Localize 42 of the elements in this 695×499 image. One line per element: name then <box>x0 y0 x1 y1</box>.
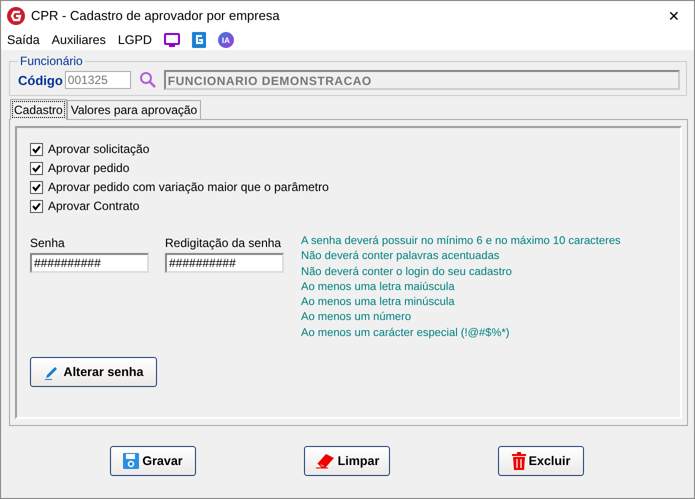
checkbox-label: Aprovar Contrato <box>48 199 140 213</box>
password-rule: Não deverá conter palavras acentuadas <box>301 249 500 264</box>
window-title: CPR - Cadastro de aprovador por empresa <box>31 8 281 23</box>
password-field[interactable]: ########## <box>165 253 284 273</box>
menu-item[interactable]: Saída <box>7 33 40 47</box>
menu-item[interactable]: LGPD <box>118 33 152 47</box>
password-rule: Ao menos uma letra maiúscula <box>301 280 456 295</box>
password-rule: Ao menos um carácter especial (!@#$%*) <box>301 326 510 341</box>
code-field[interactable]: 001325 <box>64 71 131 89</box>
checkbox-label: Aprovar pedido com variação maior que o parâmetro <box>48 180 329 194</box>
code-label: Código <box>18 72 63 88</box>
employee-name-field: FUNCIONARIO DEMONSTRACAO <box>164 70 680 90</box>
g-logo-icon[interactable] <box>192 32 206 48</box>
password-rule: Ao menos uma letra minúscula <box>301 295 456 310</box>
tab[interactable]: Cadastro <box>10 99 67 120</box>
save-button[interactable]: Gravar <box>110 446 196 476</box>
checkbox-label: Aprovar solicitação <box>48 142 150 156</box>
checkbox[interactable] <box>30 180 43 194</box>
app-logo-icon <box>7 6 25 24</box>
checkbox[interactable] <box>30 162 43 174</box>
close-button[interactable]: ✕ <box>654 8 694 24</box>
password-rule: A senha deverá possuir no mínimo 6 e no máximo 10 caracteres <box>301 234 621 249</box>
delete-button[interactable]: Excluir <box>498 446 584 476</box>
password-rule: Não deverá conter o login do seu cadastro <box>301 264 513 280</box>
field-label: Redigitação da senha <box>165 236 282 250</box>
ia-button[interactable]: IA <box>218 32 234 48</box>
eraser-icon <box>314 453 335 469</box>
trash-icon <box>512 452 526 470</box>
password-field[interactable]: ########## <box>30 253 149 273</box>
monitor-icon[interactable] <box>164 32 180 48</box>
menu-item[interactable]: Auxiliares <box>52 33 106 47</box>
tab[interactable]: Valores para aprovação <box>66 100 202 119</box>
pencil-icon <box>44 364 60 380</box>
floppy-icon <box>123 453 140 469</box>
group-legend: Funcionário <box>18 54 85 68</box>
field-label: Senha <box>30 236 66 250</box>
password-rule: Ao menos um número <box>301 310 412 326</box>
checkbox-label: Aprovar pedido <box>48 161 130 175</box>
clear-button[interactable]: Limpar <box>304 446 390 476</box>
change-password-button[interactable]: Alterar senha <box>30 357 157 388</box>
checkbox[interactable] <box>30 200 43 212</box>
checkbox[interactable] <box>30 142 43 156</box>
